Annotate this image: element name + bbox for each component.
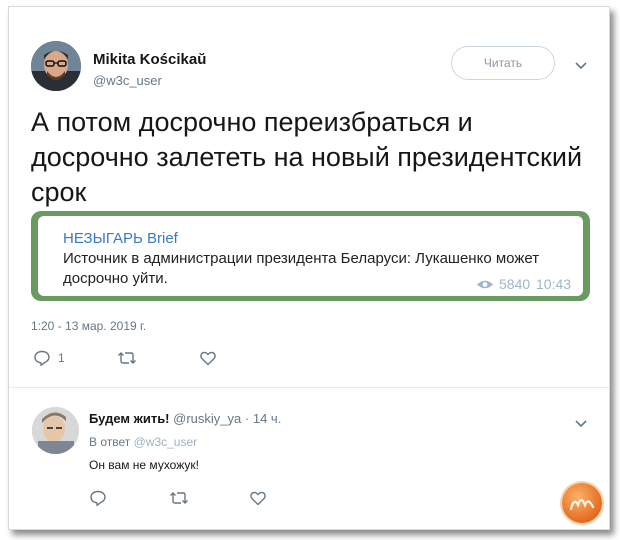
- tweet-frame: Mikita Kościkaŭ @w3c_user Читать А потом…: [8, 6, 610, 530]
- reply-age[interactable]: 14 ч.: [253, 411, 281, 426]
- like-icon: [200, 351, 216, 366]
- reply-chevron-down-icon[interactable]: [573, 417, 589, 429]
- embedded-card[interactable]: НЕЗЫГАРЬ Brief Источник в администрации …: [31, 211, 590, 301]
- reply-author-handle[interactable]: @ruskiy_ya: [173, 411, 241, 426]
- chevron-down-icon[interactable]: [573, 59, 589, 71]
- in-reply-to: В ответ @w3c_user: [89, 435, 197, 449]
- reply-count: 1: [58, 351, 65, 365]
- reply-reply-button[interactable]: [89, 489, 107, 507]
- reply-retweet-button[interactable]: [169, 489, 189, 507]
- divider: [9, 387, 609, 388]
- reply-button[interactable]: 1: [33, 349, 65, 367]
- card-channel-name[interactable]: НЕЗЫГАРЬ Brief: [63, 230, 178, 247]
- eye-icon: [477, 280, 493, 288]
- reply-like-button[interactable]: [249, 489, 267, 507]
- retweet-icon: [118, 352, 136, 364]
- reply-author-name[interactable]: Будем жить!: [89, 411, 170, 426]
- author-handle[interactable]: @w3c_user: [93, 73, 162, 88]
- card-body: НЕЗЫГАРЬ Brief Источник в администрации …: [38, 216, 583, 296]
- reply-icon: [34, 350, 50, 366]
- like-button[interactable]: [199, 349, 217, 367]
- author-name[interactable]: Mikita Kościkaŭ: [93, 51, 206, 68]
- reply-header: Будем жить! @ruskiy_ya · 14 ч.: [89, 411, 281, 426]
- tweet-text: А потом досрочно переизбраться и досрочн…: [31, 107, 583, 207]
- in-reply-to-prefix: В ответ: [89, 435, 131, 449]
- like-icon: [250, 491, 266, 506]
- retweet-button[interactable]: [117, 349, 137, 367]
- card-views: 5840: [476, 276, 530, 292]
- reply-author-avatar[interactable]: [32, 407, 79, 454]
- tweet-date[interactable]: 1:20 - 13 мар. 2019 г.: [31, 319, 146, 333]
- author-avatar[interactable]: [31, 41, 81, 91]
- card-time: 10:43: [536, 276, 572, 292]
- retweet-icon: [170, 492, 188, 504]
- reply-text: Он вам не мухожук!: [89, 458, 199, 472]
- reply-icon: [90, 490, 106, 506]
- card-view-count: 5840: [499, 276, 531, 292]
- follow-button[interactable]: Читать: [451, 46, 555, 80]
- in-reply-to-handle[interactable]: @w3c_user: [134, 435, 198, 449]
- site-logo: [562, 483, 602, 523]
- reply-separator: ·: [244, 411, 250, 426]
